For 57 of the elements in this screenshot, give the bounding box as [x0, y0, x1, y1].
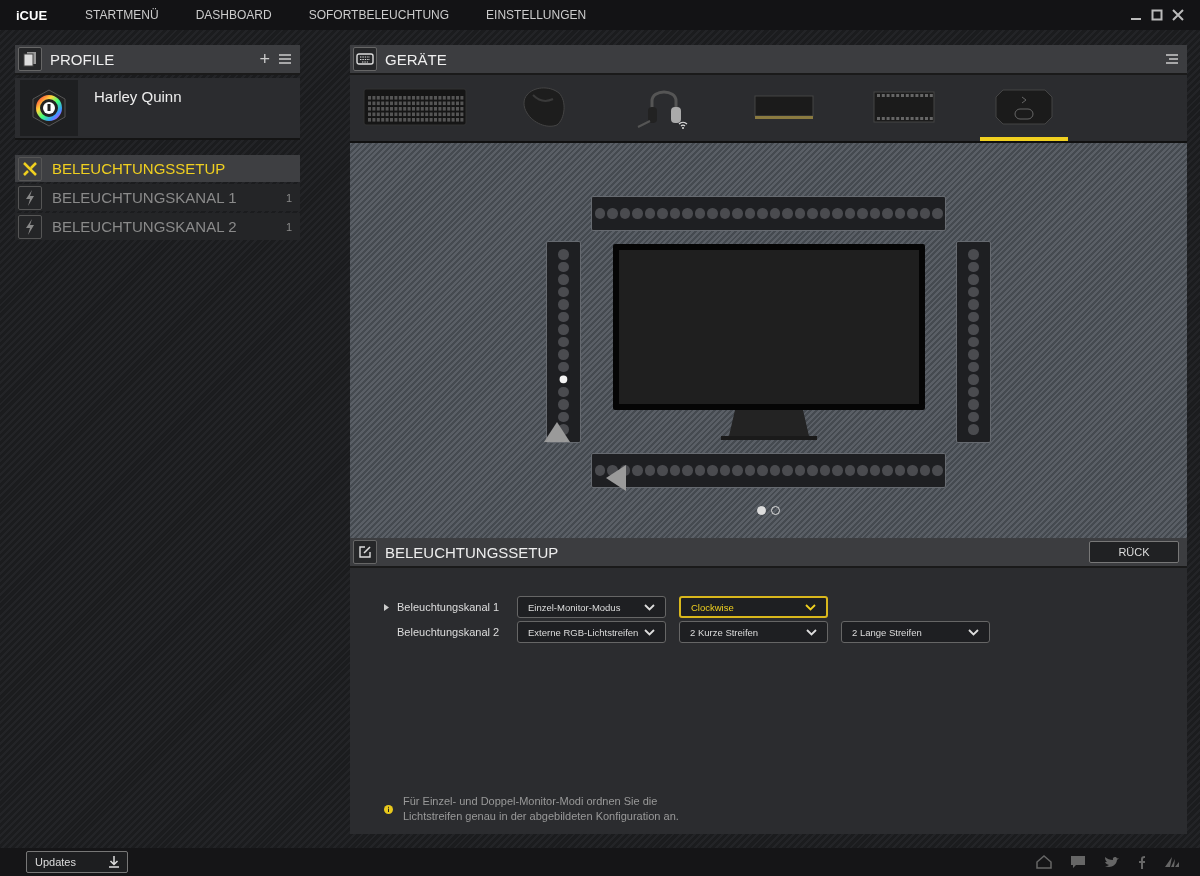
panel-title: PROFILE [50, 50, 115, 68]
sidebar-item[interactable]: BELEUCHTUNGSKANAL 1 1 [15, 184, 300, 211]
nav-tab[interactable]: STARTMENÜ [85, 8, 159, 22]
nav-tab[interactable]: DASHBOARD [195, 8, 272, 22]
profile-logo-icon [31, 89, 67, 127]
dropdown[interactable]: Externe RGB-Lichtstreifen [517, 621, 666, 643]
sidebar-item[interactable]: BELEUCHTUNGSSETUP [15, 155, 300, 182]
chat-icon[interactable] [1070, 855, 1086, 869]
item-count: 1 [285, 191, 292, 204]
letter-f-icon[interactable] [1138, 855, 1146, 869]
edit-icon [353, 540, 377, 564]
updates-button[interactable]: Updates [26, 851, 128, 873]
house-icon[interactable] [1036, 855, 1052, 869]
memory-module-icon [753, 93, 815, 121]
app-logo: iCUE [16, 7, 48, 23]
caret-icon [384, 603, 389, 611]
sails-icon[interactable] [1164, 856, 1180, 868]
sidebar-label: BELEUCHTUNGSSETUP [52, 160, 227, 177]
chevron-down-icon [644, 628, 655, 636]
dropdown[interactable]: Einzel-Monitor-Modus [517, 596, 666, 618]
download-icon [109, 856, 119, 868]
sidebar-label: BELEUCHTUNGSKANAL 2 [52, 218, 238, 235]
dropdown[interactable]: 2 Lange Streifen [841, 621, 990, 643]
lightning-icon [25, 218, 35, 235]
chevron-down-icon [805, 603, 816, 611]
add-button[interactable]: + [259, 50, 270, 68]
channel-label: Beleuchtungskanal 1 [397, 601, 501, 613]
maximize-icon[interactable] [1151, 9, 1163, 21]
nav-tab[interactable]: SOFORTBELEUCHTUNG [308, 8, 450, 22]
hub-device-icon [873, 90, 935, 124]
close-icon[interactable] [1172, 9, 1184, 21]
dropdown[interactable]: Clockwise [679, 596, 828, 618]
back-button[interactable]: RÜCK [1089, 541, 1179, 563]
menu-icon[interactable] [278, 53, 292, 65]
controller-device-icon [995, 89, 1053, 125]
dropdown[interactable]: 2 Kurze Streifen [679, 621, 828, 643]
profile-name: Harley Quinn [94, 88, 182, 107]
channel-label: Beleuchtungskanal 2 [397, 626, 501, 638]
page-dot[interactable] [757, 506, 766, 515]
menu-icon[interactable] [1165, 53, 1179, 65]
sidebar-label: BELEUCHTUNGSKANAL 1 [52, 189, 238, 206]
bird-icon[interactable] [1104, 855, 1120, 869]
keyboard-icon [353, 47, 377, 71]
lightning-icon [25, 189, 35, 206]
sidebar-item[interactable]: BELEUCHTUNGSKANAL 2 1 [15, 213, 300, 240]
nav-tab[interactable]: EINSTELLUNGEN [486, 8, 587, 22]
chevron-down-icon [806, 628, 817, 636]
panel-title: GERÄTE [385, 50, 447, 68]
info-icon [384, 804, 393, 814]
item-count: 1 [285, 220, 292, 233]
panel-title: BELEUCHTUNGSSETUP [385, 543, 559, 561]
chevron-down-icon [968, 628, 979, 636]
chevron-down-icon [644, 603, 655, 611]
info-note: Für Einzel- und Doppel-Monitor-Modi ordnen Sie die Lichtstreifen genau in der abgebildeten Konfiguration an. [403, 794, 680, 824]
keyboard-icon [363, 87, 467, 127]
wireless-icon [678, 121, 688, 129]
profile-card[interactable]: Harley Quinn [15, 78, 300, 140]
